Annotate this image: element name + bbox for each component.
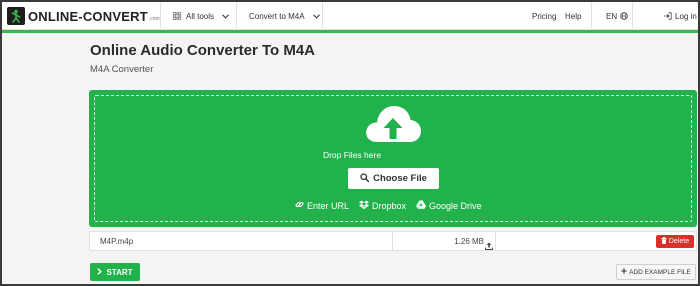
language-selector[interactable]: EN xyxy=(606,2,628,30)
site-logo[interactable]: ONLINE-CONVERT .com xyxy=(7,7,160,25)
search-icon xyxy=(360,172,373,185)
app-frame: ONLINE-CONVERT .com All tools Convert to… xyxy=(0,0,700,286)
upload-sources: Enter URL Dropbox Google Drive xyxy=(2,200,700,212)
google-drive-link[interactable]: Google Drive xyxy=(416,200,482,211)
logo-domain: .com xyxy=(148,16,160,22)
all-tools-menu[interactable]: All tools xyxy=(173,2,229,30)
page-title: Online Audio Converter To M4A xyxy=(90,42,316,59)
pricing-link[interactable]: Pricing xyxy=(532,2,556,30)
dropbox-icon xyxy=(359,200,372,211)
enter-url-label: Enter URL xyxy=(307,200,350,211)
dropbox-label: Dropbox xyxy=(372,200,407,211)
nav-divider xyxy=(632,2,633,30)
chevron-down-icon xyxy=(312,13,320,19)
login-link[interactable]: Log in xyxy=(664,2,697,30)
nav-divider xyxy=(160,2,161,30)
language-label: EN xyxy=(606,11,618,21)
start-button[interactable]: START xyxy=(90,263,140,281)
link-icon xyxy=(295,200,307,211)
add-example-file-button[interactable]: ADD EXAMPLE FILE xyxy=(616,264,696,280)
add-example-label: ADD EXAMPLE FILE xyxy=(629,268,691,276)
grid-icon xyxy=(173,12,181,20)
pricing-label: Pricing xyxy=(532,11,557,21)
nav-divider xyxy=(591,2,592,30)
dropbox-link[interactable]: Dropbox xyxy=(359,200,406,211)
help-link[interactable]: Help xyxy=(565,2,581,30)
enter-url-link[interactable]: Enter URL xyxy=(295,200,349,211)
help-label: Help xyxy=(565,11,582,21)
chevron-down-icon xyxy=(222,13,229,19)
start-label: START xyxy=(106,267,133,277)
nav-divider xyxy=(322,2,323,30)
row-divider xyxy=(495,232,496,250)
logo-mark-icon xyxy=(7,7,25,25)
convert-menu-label: Convert to M4A xyxy=(249,11,305,21)
logo-text: ONLINE-CONVERT xyxy=(28,8,148,24)
google-drive-label: Google Drive xyxy=(429,200,482,211)
header-accent-line xyxy=(2,30,698,33)
delete-file-button[interactable]: Delete xyxy=(656,235,694,248)
file-name: M4P.m4p xyxy=(100,237,134,246)
page-subtitle: M4A Converter xyxy=(90,64,154,75)
delete-label: Delete xyxy=(668,238,690,245)
login-label: Log in xyxy=(675,11,697,21)
plus-icon xyxy=(621,268,627,276)
nav-divider xyxy=(236,2,237,30)
login-icon xyxy=(664,12,672,20)
trash-icon xyxy=(661,237,669,246)
upload-arrow-icon xyxy=(485,237,493,255)
chevron-right-icon xyxy=(97,267,106,277)
all-tools-label: All tools xyxy=(186,11,215,21)
row-divider xyxy=(392,232,393,250)
top-navigation-bar: ONLINE-CONVERT .com All tools Convert to… xyxy=(2,2,698,30)
choose-file-button[interactable]: Choose File xyxy=(348,168,439,189)
file-size: 1.26 MB xyxy=(454,237,484,246)
file-row: M4P.m4p 1.26 MB Delete xyxy=(89,231,697,251)
globe-icon xyxy=(620,12,628,20)
choose-file-label: Choose File xyxy=(373,173,427,184)
cloud-upload-icon xyxy=(363,102,423,146)
convert-to-m4a-menu[interactable]: Convert to M4A xyxy=(249,2,320,30)
drop-files-text: Drop Files here xyxy=(322,150,382,160)
google-drive-icon xyxy=(416,200,429,211)
